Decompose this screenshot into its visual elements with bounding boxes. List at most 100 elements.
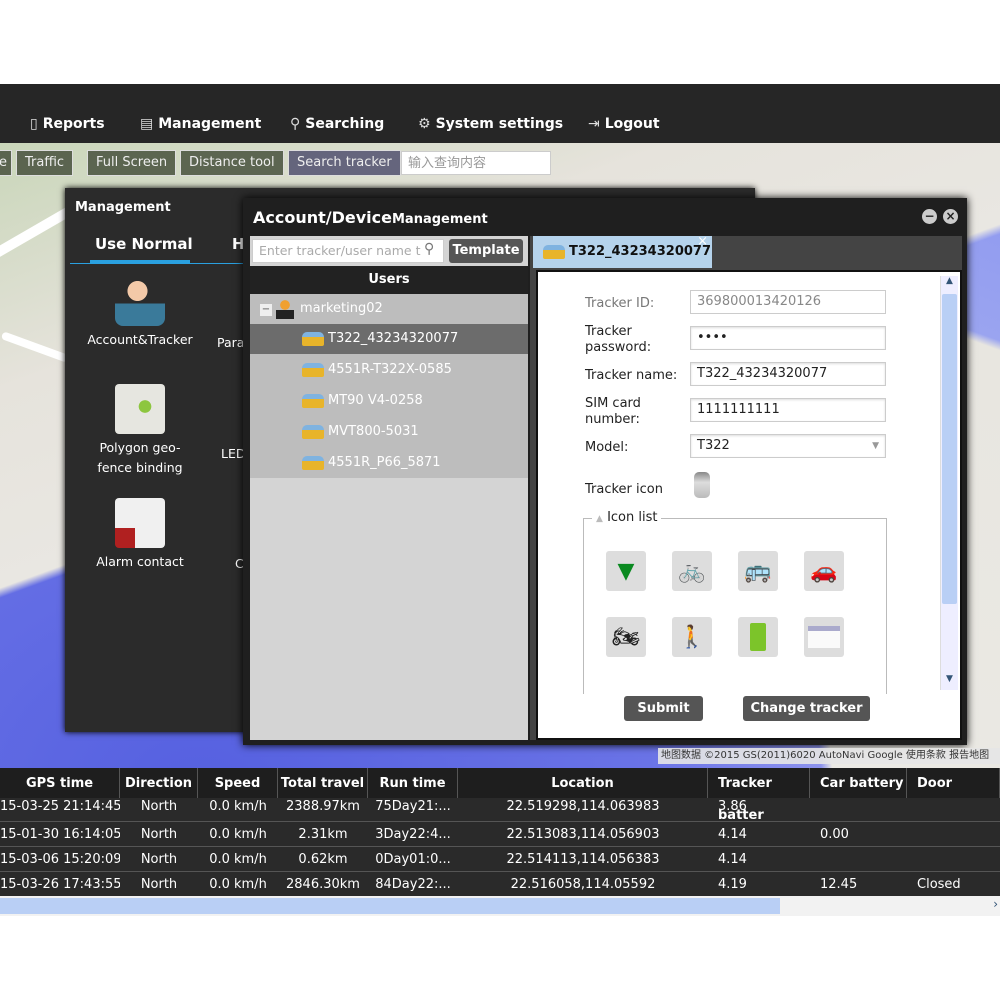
table-cell — [907, 795, 1000, 820]
column-header[interactable]: Speed — [198, 768, 278, 798]
change-tracker-id-button[interactable]: Change tracker ID — [743, 696, 870, 741]
table-cell: 15-03-26 17:43:55 — [0, 877, 120, 892]
car-icon — [302, 393, 324, 408]
car-icon — [302, 424, 324, 439]
table-cell: 22.514113,114.056383 — [506, 852, 660, 867]
distance-tool-button[interactable]: Distance tool — [180, 150, 284, 176]
minimize-button[interactable]: − — [922, 209, 937, 224]
scroll-up-icon: ▲ — [946, 276, 953, 286]
form-scrollbar[interactable]: ▲ ▼ — [940, 276, 958, 690]
tree-user-node[interactable]: − marketing02 — [250, 294, 528, 324]
bicycle-icon[interactable]: 🚲 — [672, 551, 712, 591]
submit-button[interactable]: Submit — [624, 696, 703, 721]
management-title: Management — [75, 200, 171, 215]
map-search-input[interactable]: 输入查询内容 — [401, 151, 551, 175]
template-button[interactable]: Template — [449, 239, 523, 263]
led-item-partial[interactable]: LED — [221, 446, 246, 461]
table-cell: 84Day22:... — [375, 877, 451, 892]
geofence-icon — [115, 384, 165, 434]
table-cell: 4.14 — [718, 827, 747, 842]
car-icon — [543, 244, 565, 259]
alarm-contact-item[interactable]: Alarm contact — [85, 498, 195, 572]
column-header[interactable]: Location — [458, 768, 708, 798]
table-cell: 15-03-25 21:14:45 — [0, 799, 120, 814]
bus-icon[interactable]: 🚌 — [738, 551, 778, 591]
table-cell — [810, 848, 907, 873]
tracker-data-table: GPS time Direction Speed Total travel Run ti… — [0, 768, 1000, 916]
tracker-search-input[interactable]: Enter tracker/user name t — [252, 239, 444, 263]
nav-system-settings[interactable]: ⚙ System settings — [418, 116, 563, 132]
tree-device-item[interactable]: 4551R-T322X-0585 — [250, 355, 528, 385]
battery-icon[interactable] — [738, 617, 778, 657]
account-tracker-item[interactable]: Account&Tracker — [85, 276, 195, 350]
traffic-button[interactable]: Traffic — [16, 150, 74, 176]
map-type-button[interactable]: e — [0, 150, 12, 176]
tree-device-item[interactable]: MT90 V4-0258 — [250, 386, 528, 416]
nav-logout[interactable]: ⇥ Logout — [588, 116, 660, 132]
search-icon[interactable]: ⚲ — [424, 241, 434, 257]
column-header[interactable]: Car battery — [810, 768, 907, 798]
table-cell: North — [140, 877, 178, 892]
collapse-arrow-icon[interactable]: ▲ — [596, 514, 603, 524]
search-icon: ⚲ — [290, 116, 301, 132]
search-tracker-button[interactable]: Search tracker — [288, 150, 401, 176]
full-screen-button[interactable]: Full Screen — [87, 150, 177, 176]
tracker-name-field[interactable]: T322_43234320077 — [690, 362, 886, 386]
tab-device[interactable]: T322_43234320077 × — [533, 234, 712, 268]
users-header: Users — [250, 266, 528, 294]
collapse-icon[interactable]: − — [260, 304, 272, 316]
gear-icon: ⚙ — [418, 116, 431, 132]
tree-device-item[interactable]: 4551R_P66_5871 — [250, 448, 528, 478]
tab-use-normal[interactable]: Use Normal — [95, 235, 193, 253]
column-header[interactable]: GPS time — [0, 768, 120, 798]
car-battery-icon[interactable] — [804, 617, 844, 657]
table-cell: 3Day22:4... — [375, 827, 451, 842]
password-label: Tracker password: — [585, 324, 652, 355]
model-select[interactable]: T322 ▼ — [690, 434, 886, 458]
person-icon[interactable]: 🚶 — [672, 617, 712, 657]
car-icon — [302, 455, 324, 470]
scroll-thumb — [0, 898, 780, 914]
close-button[interactable]: × — [943, 209, 958, 224]
table-cell: North — [140, 827, 178, 842]
close-tab-icon[interactable]: × — [697, 226, 708, 258]
car-icon[interactable]: 🚗 — [804, 551, 844, 591]
column-header[interactable]: Door — [907, 768, 1000, 798]
password-field[interactable]: •••• — [690, 326, 886, 350]
table-cell: 15-03-06 15:20:09 — [0, 852, 120, 867]
horizontal-scrollbar[interactable]: › — [0, 896, 1000, 916]
car-icon — [302, 362, 324, 377]
table-cell: 4.14 — [718, 852, 747, 867]
motorcycle-icon[interactable]: 🏍 — [606, 617, 646, 657]
tracker-car-icon — [694, 472, 710, 498]
column-header[interactable]: Run time — [368, 768, 458, 798]
top-nav: ▯ Reports ▤ Management ⚲ Searching ⚙ System … — [0, 84, 1000, 143]
tree-device-item[interactable]: MVT800-5031 — [250, 417, 528, 447]
column-header[interactable]: Total travel — [278, 768, 368, 798]
geofence-item[interactable]: Polygon geo-fence binding — [85, 384, 195, 478]
table-cell: Closed — [917, 877, 961, 892]
table-cell: 15-01-30 16:14:05 — [0, 827, 120, 842]
table-cell: 0.0 km/h — [209, 877, 267, 892]
nav-searching[interactable]: ⚲ Searching — [290, 116, 384, 132]
nav-reports[interactable]: ▯ Reports — [30, 116, 105, 132]
table-cell: 22.513083,114.056903 — [506, 827, 660, 842]
parameter-item-partial[interactable]: Para — [217, 335, 244, 350]
table-cell — [907, 823, 1000, 848]
device-detail-panel: T322_43234320077 × Tracker ID: 3698000134… — [530, 234, 962, 741]
tree-device-item[interactable]: T322_43234320077 — [250, 324, 528, 354]
table-cell: 12.45 — [820, 877, 858, 892]
device-form: Tracker ID: 369800013420126 Tracker pass… — [536, 270, 962, 741]
table-cell: 0.0 km/h — [209, 799, 267, 814]
column-header[interactable]: Direction — [120, 768, 198, 798]
arrow-icon[interactable]: ▼ — [606, 551, 646, 591]
table-cell: 22.519298,114.063983 — [506, 799, 660, 814]
column-header[interactable]: Tracker batter — [708, 768, 810, 823]
table-cell: 0Day01:0... — [375, 852, 451, 867]
table-cell: 0.62km — [298, 852, 348, 867]
sim-field[interactable]: 1111111111 — [690, 398, 886, 422]
table-cell: 2846.30km — [286, 877, 360, 892]
account-tracker-icon — [115, 276, 165, 326]
nav-management[interactable]: ▤ Management — [140, 116, 261, 132]
tree-panel: Enter tracker/user name t ⚲ Template Use… — [250, 236, 528, 740]
